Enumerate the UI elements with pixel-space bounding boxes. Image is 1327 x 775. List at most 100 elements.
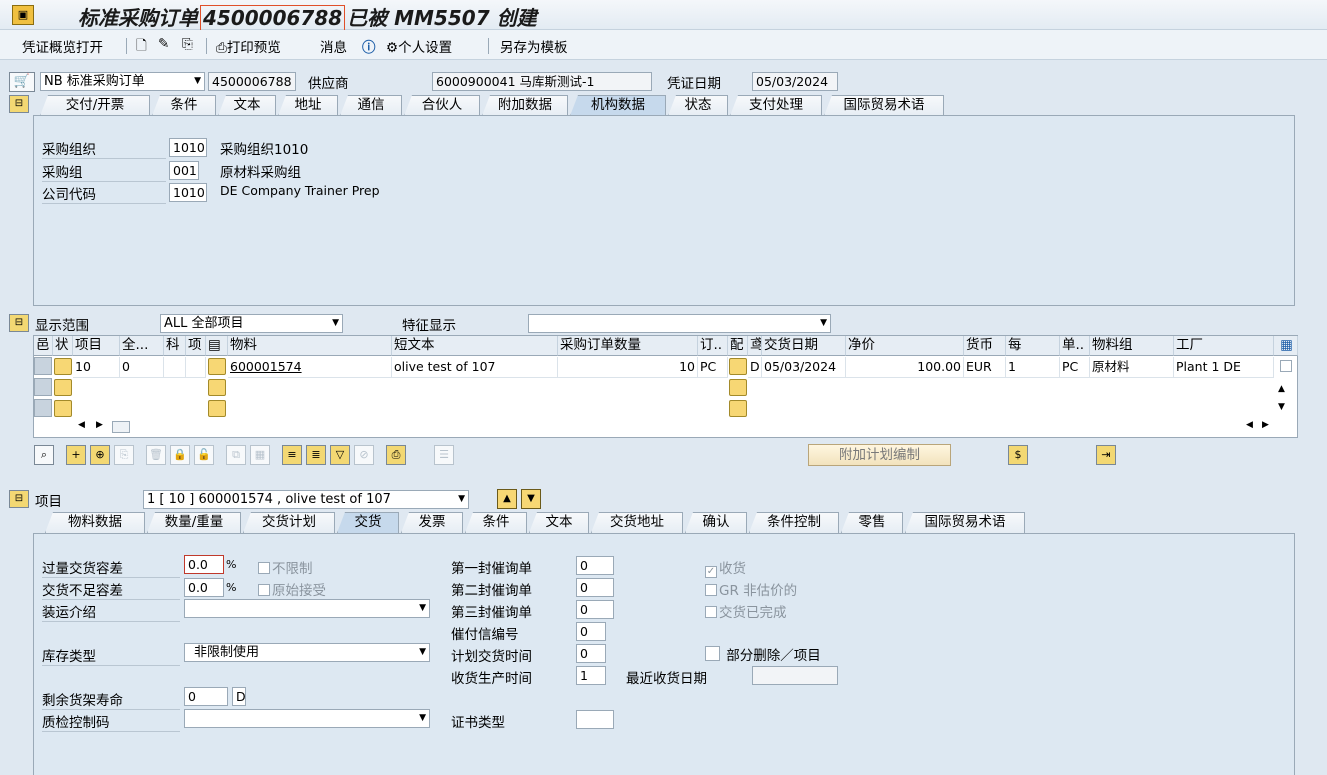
print-icon[interactable]: ⎙ (386, 445, 406, 465)
insert-row-icon[interactable]: ⊕ (90, 445, 110, 465)
col-quantity[interactable]: 采购订单数量 (558, 336, 698, 356)
cart-icon[interactable]: 🛒 (9, 72, 35, 92)
orig-accept-checkbox[interactable]: 原始接受 (258, 579, 326, 599)
shelf-life-unit[interactable]: D (232, 687, 246, 706)
scroll-right-icon[interactable]: ▶ (96, 420, 103, 430)
cell-net-price[interactable]: 100.00 (846, 357, 964, 378)
col-mat-group[interactable]: 物料组 (1090, 336, 1174, 356)
delete-icon[interactable]: 🗑 (146, 445, 166, 465)
row-selector[interactable] (34, 357, 52, 375)
col-net-price[interactable]: 净价 (846, 336, 964, 356)
config-icon[interactable] (729, 379, 747, 396)
col-order-unit[interactable]: 订.. (698, 336, 728, 356)
tab-conditions[interactable]: 条件 (152, 95, 216, 116)
personal-settings-button[interactable]: ⚙个人设置 (386, 36, 452, 56)
doc-date-field[interactable]: 05/03/2024 (752, 72, 838, 91)
scroll-down-icon[interactable]: ▼ (1278, 402, 1285, 412)
tab-partners[interactable]: 合伙人 (404, 95, 480, 116)
shelf-life-field[interactable]: 0 (184, 687, 228, 706)
cell-short-text[interactable]: olive test of 107 (392, 357, 558, 378)
col-icon[interactable]: ▤ (206, 336, 228, 356)
new-doc-icon[interactable]: 🗋 (136, 36, 147, 59)
row-selector[interactable] (34, 378, 52, 396)
partial-del-checkbox-box[interactable] (705, 646, 720, 661)
cell-cat[interactable]: D (748, 357, 762, 378)
filter-off-icon[interactable]: ⊘ (354, 445, 374, 465)
pricing-icon[interactable]: $ (1008, 445, 1028, 465)
copy-icon-2[interactable]: ⧉ (226, 445, 246, 465)
col-currency[interactable]: 货币 (964, 336, 1006, 356)
print-preview-button[interactable]: ⎙打印预览 (216, 36, 281, 56)
deliv-complete-checkbox-box[interactable] (705, 606, 717, 618)
material-search-icon[interactable] (208, 358, 226, 375)
tab-incoterms-item[interactable]: 国际贸易术语 (905, 512, 1025, 533)
copy-row-icon[interactable]: ⎘ (114, 445, 134, 465)
config-icon[interactable] (729, 358, 747, 375)
detail-icon[interactable]: ⌕ (34, 445, 54, 465)
next-item-icon[interactable]: ▼ (521, 489, 541, 509)
col-item-cat[interactable]: 项 (186, 336, 206, 356)
tab-status[interactable]: 状态 (668, 95, 728, 116)
menu-icon[interactable]: ▣ (12, 5, 34, 25)
list-icon[interactable]: ☰ (434, 445, 454, 465)
collapse-header-icon[interactable]: ⊟ (9, 95, 29, 113)
col-per[interactable]: 每 (1006, 336, 1060, 356)
po-number-field[interactable]: 4500006788 (208, 72, 296, 91)
cell-acct[interactable] (164, 357, 186, 378)
tab-communication[interactable]: 通信 (340, 95, 402, 116)
tab-delivery[interactable]: 交货 (337, 512, 399, 533)
scroll-left-right-icon[interactable]: ◀ (1246, 420, 1253, 430)
doc-type-select[interactable]: NB 标准采购订单 (40, 72, 205, 91)
tab-org-data[interactable]: 机构数据 (570, 95, 666, 116)
table-settings-icon[interactable]: ▦ (1274, 336, 1298, 356)
config-icon[interactable] (729, 400, 747, 417)
tab-confirmation[interactable]: 确认 (685, 512, 747, 533)
tab-additional-data[interactable]: 附加数据 (482, 95, 568, 116)
extra-plan-button[interactable]: 附加计划编制 (808, 444, 951, 466)
stock-type-select[interactable]: 非限制使用 (184, 643, 430, 662)
tab-payment[interactable]: 支付处理 (730, 95, 822, 116)
sort-asc-icon[interactable]: ≡ (282, 445, 302, 465)
tab-conditions-item[interactable]: 条件 (465, 512, 527, 533)
item-select[interactable]: 1 [ 10 ] 600001574 , olive test of 107 (143, 490, 469, 509)
col-item[interactable]: 项目 (73, 336, 120, 356)
tab-address[interactable]: 地址 (278, 95, 338, 116)
cell-mat-group[interactable]: 原材料 (1090, 357, 1174, 378)
cell-item[interactable]: 10 (73, 357, 120, 378)
grid-icon[interactable]: ▦ (250, 445, 270, 465)
tab-delivery-schedule[interactable]: 交货计划 (243, 512, 335, 533)
cell-material[interactable]: 600001574 (228, 357, 392, 378)
cell-per[interactable]: 1 (1006, 357, 1060, 378)
lock-icon[interactable]: 🔒 (170, 445, 190, 465)
tab-texts-item[interactable]: 文本 (529, 512, 589, 533)
shipping-select[interactable] (184, 599, 430, 618)
filter-icon[interactable]: ▽ (330, 445, 350, 465)
purch-org-field[interactable]: 1010 (169, 138, 207, 157)
cell-quantity[interactable]: 10 (558, 357, 698, 378)
status-icon[interactable] (54, 379, 72, 396)
char-display-select[interactable] (528, 314, 831, 333)
over-tol-field[interactable]: 0.0 (184, 555, 224, 574)
reminder2-field[interactable]: 0 (576, 578, 614, 597)
cell-currency[interactable]: EUR (964, 357, 1006, 378)
vendor-field[interactable]: 6000900041 马库斯测试-1 (432, 72, 652, 91)
tab-material-data[interactable]: 物料数据 (45, 512, 145, 533)
cell-plant[interactable]: Plant 1 DE (1174, 357, 1274, 378)
status-icon[interactable] (54, 400, 72, 417)
under-tol-field[interactable]: 0.0 (184, 578, 224, 597)
info-icon[interactable]: ⓘ (362, 36, 376, 56)
partial-del-checkbox[interactable]: 部分删除／项目 (705, 644, 821, 664)
gr-nonval-checkbox-box[interactable] (705, 584, 717, 596)
company-code-field[interactable]: 1010 (169, 183, 207, 202)
unlimited-checkbox[interactable]: 不限制 (258, 557, 313, 577)
messages-button[interactable]: 消息 (320, 36, 347, 56)
sort-desc-icon[interactable]: ≣ (306, 445, 326, 465)
document-overview-button[interactable]: 凭证概览打开 (22, 36, 103, 56)
col-material[interactable]: 物料 (228, 336, 392, 356)
add-row-icon[interactable]: + (66, 445, 86, 465)
material-search-icon[interactable] (208, 400, 226, 417)
gr-checkbox[interactable]: ✓ 收货 (705, 557, 746, 578)
scroll-left-icon[interactable]: ◀ (78, 420, 85, 430)
scroll-up-icon[interactable]: ▲ (1278, 384, 1285, 394)
cell-full[interactable]: 0 (120, 357, 164, 378)
